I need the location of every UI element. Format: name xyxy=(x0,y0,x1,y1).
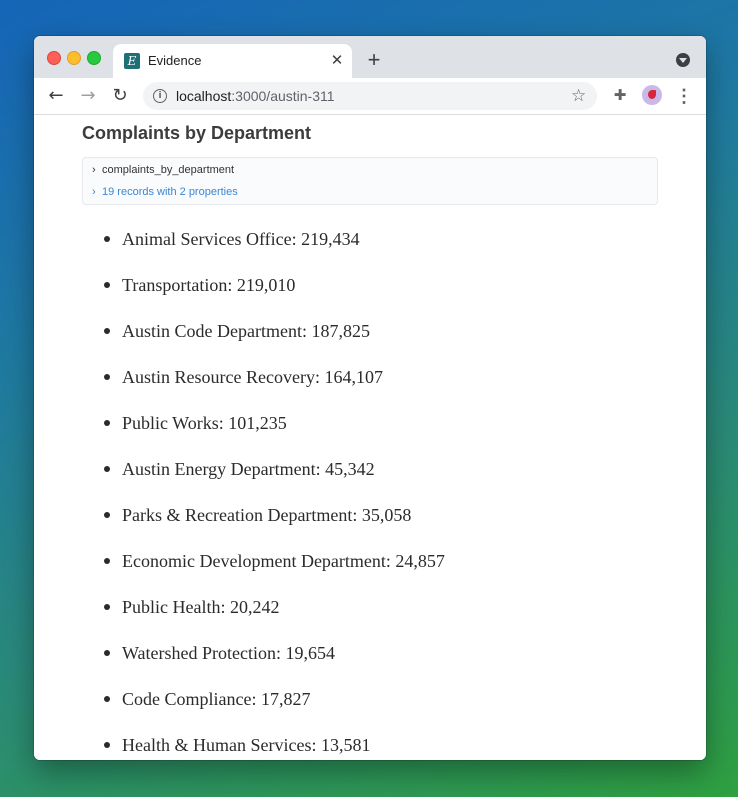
query-results-toggle[interactable]: › 19 records with 2 properties xyxy=(92,185,238,199)
bookmark-star-icon[interactable]: ☆ xyxy=(571,86,586,106)
query-name-toggle[interactable]: › complaints_by_department xyxy=(92,163,234,177)
bullet-icon xyxy=(104,696,110,702)
browser-toolbar: ← → ↻ i localhost:3000/austin-311 ☆ ✚ ⋮ xyxy=(34,78,706,115)
forward-arrow-icon[interactable]: → xyxy=(78,86,98,106)
browser-window: E Evidence ✕ + ← → ↻ i localhost:3000/au… xyxy=(34,36,706,760)
department-entry: Animal Services Office: 219,434 xyxy=(122,229,360,249)
tab-search-icon[interactable] xyxy=(676,53,690,67)
list-item: Austin Resource Recovery: 164,107 xyxy=(104,363,445,409)
extensions-puzzle-icon[interactable]: ✚ xyxy=(611,86,629,104)
list-item: Public Works: 101,235 xyxy=(104,409,445,455)
address-bar[interactable]: i localhost:3000/austin-311 ☆ xyxy=(143,82,597,110)
department-entry: Public Works: 101,235 xyxy=(122,413,287,433)
reload-icon[interactable]: ↻ xyxy=(110,86,130,106)
department-entry: Health & Human Services: 13,581 xyxy=(122,735,371,755)
new-tab-icon[interactable]: + xyxy=(364,49,384,71)
window-minimize-button[interactable] xyxy=(67,51,81,65)
department-list: Animal Services Office: 219,434 Transpor… xyxy=(104,225,445,760)
bullet-icon xyxy=(104,558,110,564)
list-item: Economic Development Department: 24,857 xyxy=(104,547,445,593)
bullet-icon xyxy=(104,374,110,380)
site-info-icon[interactable]: i xyxy=(153,89,167,103)
list-item: Watershed Protection: 19,654 xyxy=(104,639,445,685)
url-text[interactable]: localhost:3000/austin-311 xyxy=(176,88,335,104)
profile-avatar[interactable] xyxy=(642,85,662,105)
url-host: localhost xyxy=(176,88,232,104)
query-viewer: › complaints_by_department › 19 records wi… xyxy=(82,157,658,205)
bullet-icon xyxy=(104,328,110,334)
bullet-icon xyxy=(104,604,110,610)
tab-evidence[interactable]: E Evidence ✕ xyxy=(113,44,352,78)
back-arrow-icon[interactable]: ← xyxy=(46,86,66,106)
chevron-right-icon: › xyxy=(92,186,96,198)
list-item: Austin Code Department: 187,825 xyxy=(104,317,445,363)
list-item: Animal Services Office: 219,434 xyxy=(104,225,445,271)
list-item: Transportation: 219,010 xyxy=(104,271,445,317)
department-entry: Economic Development Department: 24,857 xyxy=(122,551,445,571)
bullet-icon xyxy=(104,282,110,288)
department-entry: Austin Code Department: 187,825 xyxy=(122,321,370,341)
list-item: Code Compliance: 17,827 xyxy=(104,685,445,731)
department-entry: Austin Resource Recovery: 164,107 xyxy=(122,367,383,387)
bullet-icon xyxy=(104,512,110,518)
list-item: Health & Human Services: 13,581 xyxy=(104,731,445,760)
tab-strip: E Evidence ✕ + xyxy=(34,36,706,78)
query-summary: 19 records with 2 properties xyxy=(102,186,238,198)
close-tab-icon[interactable]: ✕ xyxy=(329,53,345,69)
chevron-right-icon: › xyxy=(92,164,96,176)
department-entry: Public Health: 20,242 xyxy=(122,597,280,617)
window-close-button[interactable] xyxy=(47,51,61,65)
list-item: Austin Energy Department: 45,342 xyxy=(104,455,445,501)
department-entry: Watershed Protection: 19,654 xyxy=(122,643,336,663)
department-entry: Parks & Recreation Department: 35,058 xyxy=(122,505,412,525)
query-name: complaints_by_department xyxy=(102,164,235,176)
kebab-menu-icon[interactable]: ⋮ xyxy=(674,86,694,106)
bullet-icon xyxy=(104,466,110,472)
window-maximize-button[interactable] xyxy=(87,51,101,65)
department-entry: Code Compliance: 17,827 xyxy=(122,689,311,709)
evidence-favicon-icon: E xyxy=(124,53,140,69)
url-path: :3000/austin-311 xyxy=(231,88,335,104)
department-entry: Austin Energy Department: 45,342 xyxy=(122,459,375,479)
list-item: Parks & Recreation Department: 35,058 xyxy=(104,501,445,547)
page-content: Complaints by Department › complaints_by_… xyxy=(34,115,706,760)
page-title: Complaints by Department xyxy=(82,123,312,143)
list-item: Public Health: 20,242 xyxy=(104,593,445,639)
bullet-icon xyxy=(104,650,110,656)
bullet-icon xyxy=(104,742,110,748)
bullet-icon xyxy=(104,420,110,426)
bullet-icon xyxy=(104,236,110,242)
department-entry: Transportation: 219,010 xyxy=(122,275,296,295)
tab-title: Evidence xyxy=(148,53,202,68)
